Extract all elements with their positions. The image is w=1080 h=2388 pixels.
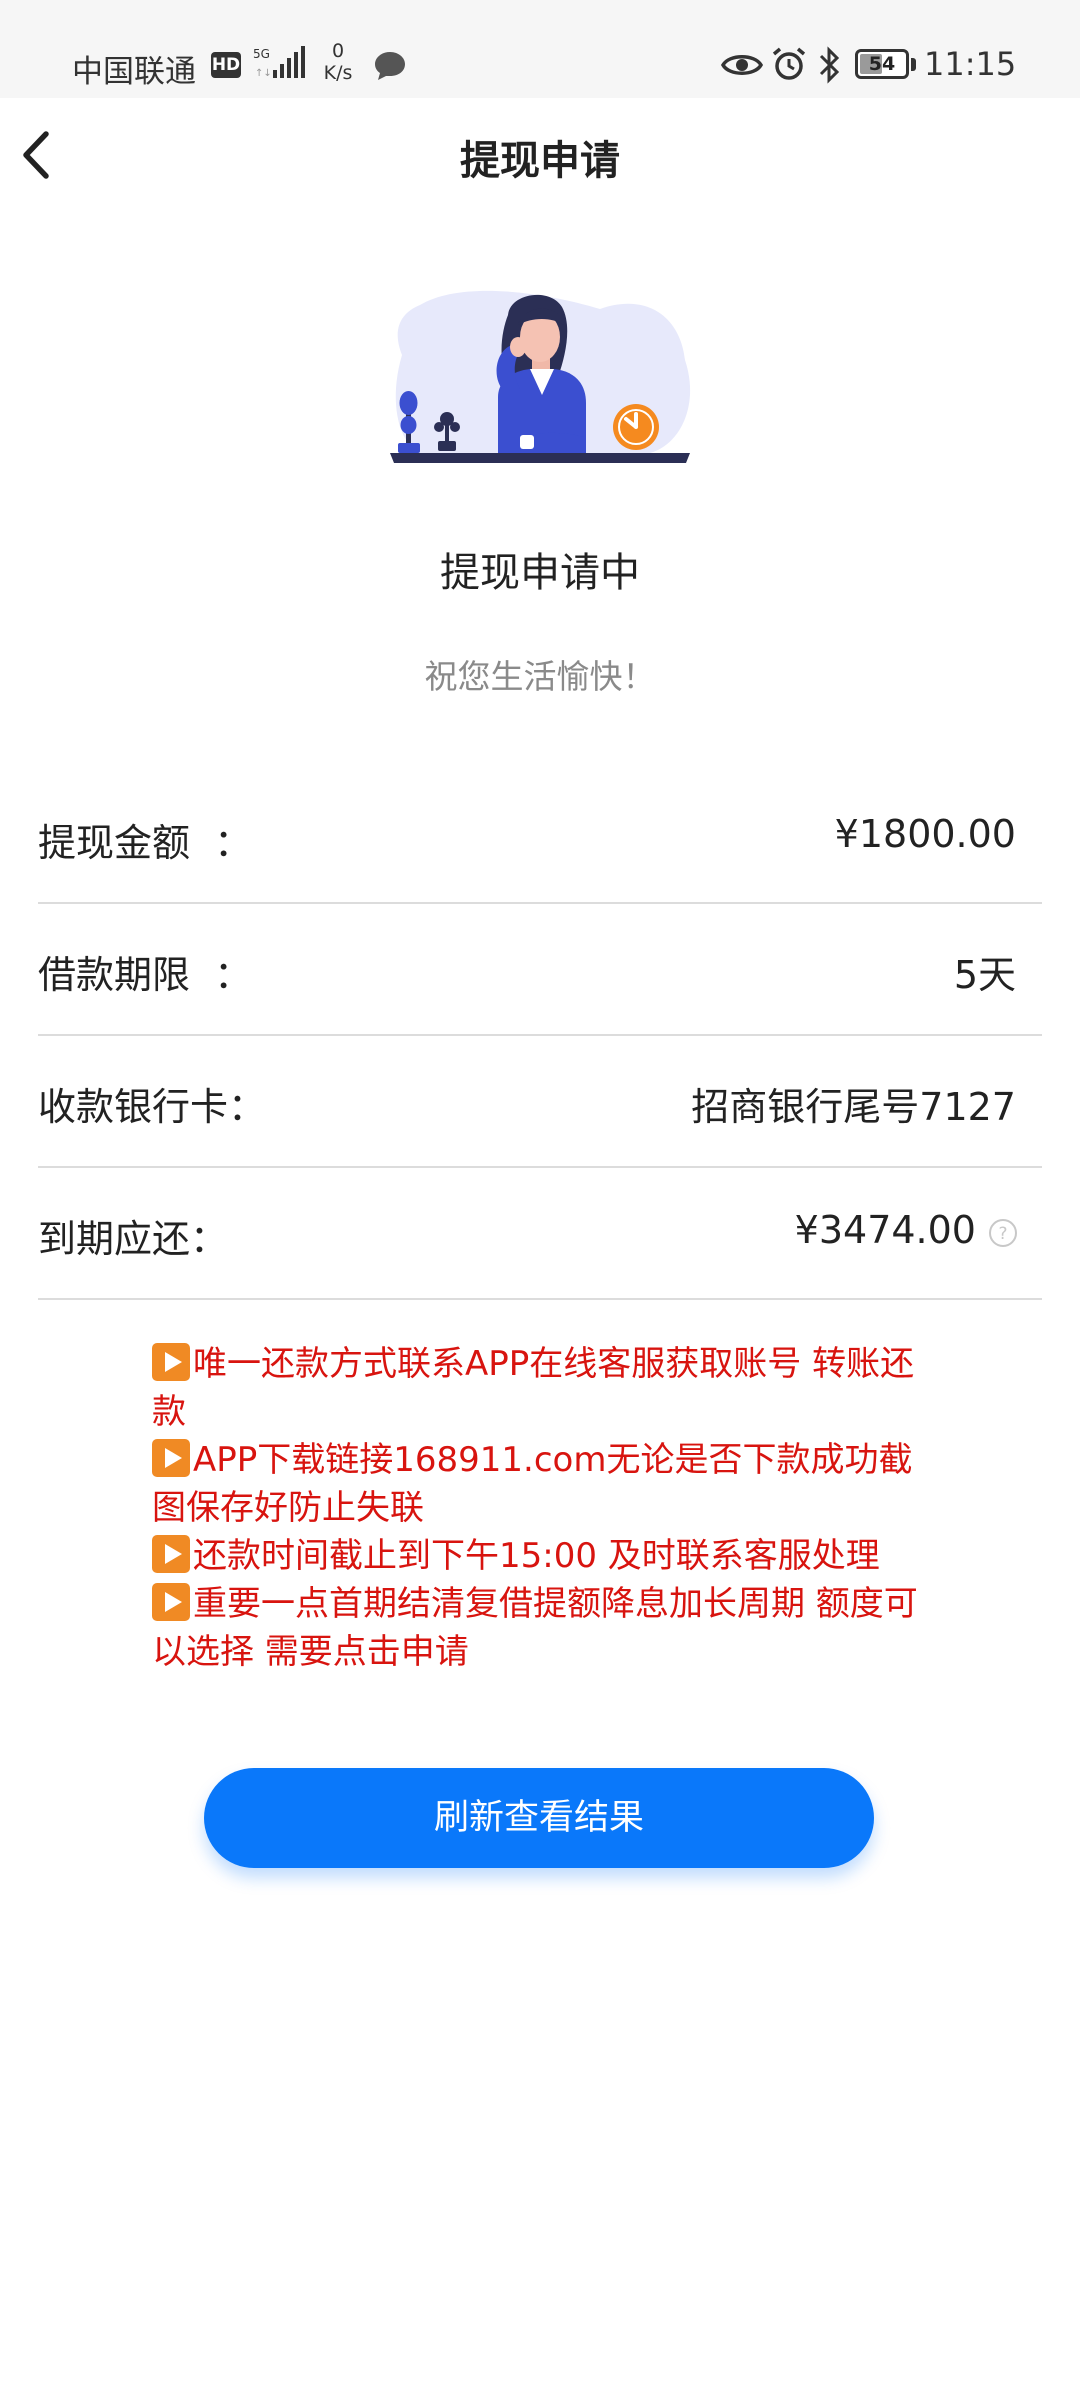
notice-item: APP下载链接168911.com无论是否下款成功截图保存好防止失联 <box>152 1436 942 1532</box>
refresh-result-button[interactable]: 刷新查看结果 <box>204 1768 874 1868</box>
bank-card-row: 收款银行卡： 招商银行尾号7127 <box>38 1036 1042 1168</box>
waiting-woman-illustration <box>390 290 691 463</box>
loan-term-label: 借款期限 ： <box>38 953 253 997</box>
carrier-name: 中国联通 <box>72 54 196 90</box>
repayment-due-row: 到期应还： ¥3474.00 ? <box>38 1168 1042 1300</box>
bank-card-label: 收款银行卡： <box>38 1085 267 1129</box>
repayment-notice: 唯一还款方式联系APP在线客服获取账号 转账还款 APP下载链接168911.c… <box>152 1340 942 1676</box>
svg-text:↑↓: ↑↓ <box>255 68 272 79</box>
bluetooth-icon <box>819 46 840 84</box>
play-icon <box>152 1343 190 1381</box>
notice-text: 唯一还款方式联系APP在线客服获取账号 转账还款 <box>152 1344 915 1432</box>
notice-item: 唯一还款方式联系APP在线客服获取账号 转账还款 <box>152 1340 942 1436</box>
status-subtitle: 祝您生活愉快！ <box>424 657 656 696</box>
battery-level: 54 <box>868 53 896 75</box>
svg-text:?: ? <box>998 1224 1007 1244</box>
withdraw-amount-label: 提现金额 ： <box>38 821 253 865</box>
notice-text: APP下载链接168911.com无论是否下款成功截图保存好防止失联 <box>152 1440 913 1528</box>
hd-badge: HD <box>211 52 241 78</box>
clock-time: 11:15 <box>924 45 1017 83</box>
withdraw-amount-value: ¥1800.00 <box>834 812 1016 856</box>
loan-term-row: 借款期限 ： 5天 <box>38 904 1042 1036</box>
network-speed-unit: K/s <box>323 62 353 84</box>
network-type-label: 5G <box>253 47 270 61</box>
play-icon <box>152 1439 190 1477</box>
eye-icon <box>721 55 763 75</box>
signal-icon: 5G ↑↓ <box>253 46 305 79</box>
question-help-icon[interactable]: ? <box>988 1218 1018 1248</box>
chat-bubble-icon <box>375 52 405 80</box>
play-icon <box>152 1583 190 1621</box>
notice-text: 还款时间截止到下午15:00 及时联系客服处理 <box>193 1536 880 1576</box>
battery-cap <box>911 58 916 71</box>
repayment-due-label: 到期应还： <box>38 1217 229 1261</box>
network-speed: 0 K/s <box>318 40 358 84</box>
notice-item: 重要一点首期结清复借提额降息加长周期 额度可以选择 需要点击申请 <box>152 1580 942 1676</box>
network-speed-value: 0 <box>331 40 345 62</box>
loan-term-value: 5天 <box>953 953 1016 997</box>
status-title: 提现申请中 <box>440 550 640 596</box>
page-title: 提现申请 <box>460 138 620 184</box>
bank-card-value: 招商银行尾号7127 <box>691 1085 1016 1129</box>
alarm-icon <box>772 47 806 80</box>
withdraw-amount-row: 提现金额 ： ¥1800.00 <box>38 772 1042 904</box>
play-icon <box>152 1535 190 1573</box>
battery-icon: 54 <box>855 49 909 79</box>
notice-text: 重要一点首期结清复借提额降息加长周期 额度可以选择 需要点击申请 <box>152 1584 918 1672</box>
repayment-due-value: ¥3474.00 <box>794 1208 976 1252</box>
notice-item: 还款时间截止到下午15:00 及时联系客服处理 <box>152 1532 942 1580</box>
status-bar: 中国联通 HD 5G ↑↓ 0 K/s 54 11:15 <box>0 0 1080 98</box>
